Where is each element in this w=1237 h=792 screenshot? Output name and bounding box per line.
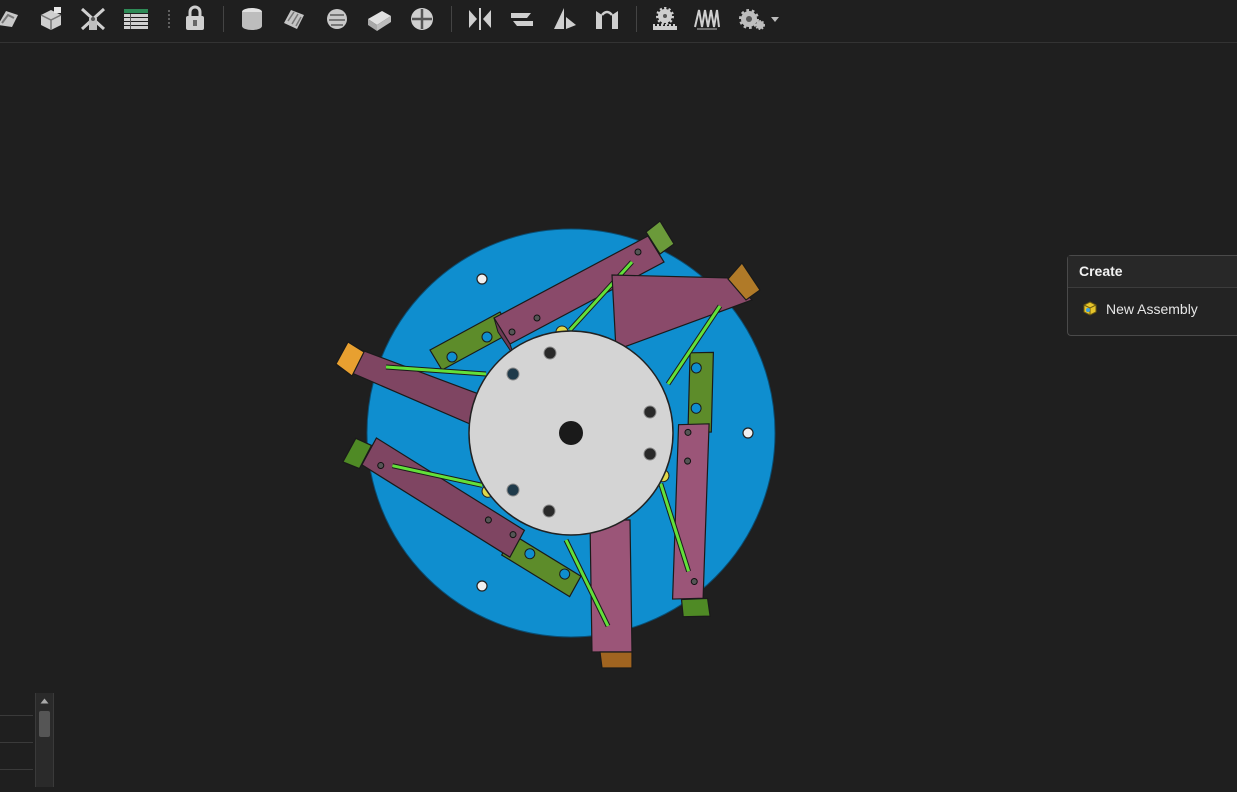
gear-menu-icon xyxy=(739,9,779,30)
lock-part-icon xyxy=(186,5,204,30)
hole-icon xyxy=(411,8,433,30)
chevron-down-icon xyxy=(771,17,779,22)
table-icon xyxy=(124,9,148,29)
gear-menu-tool-button[interactable] xyxy=(733,3,783,35)
toolbar-grip[interactable] xyxy=(167,9,171,29)
revolve-tool-button[interactable] xyxy=(277,3,311,35)
arm-hole xyxy=(634,248,642,256)
hub-screw xyxy=(643,405,657,419)
arm-tip xyxy=(599,651,633,669)
pattern-tool-button[interactable] xyxy=(505,3,539,35)
link-hole xyxy=(446,351,458,363)
spring-icon xyxy=(694,9,720,30)
arm-body xyxy=(589,519,633,653)
sweep-icon xyxy=(327,9,347,29)
windmill-tool-button[interactable] xyxy=(76,3,110,35)
windmill-icon xyxy=(80,7,106,31)
chevron-up-icon xyxy=(40,698,49,704)
angle-icon xyxy=(554,8,576,29)
assembly-icon xyxy=(1083,301,1097,316)
new-assembly-label: New Assembly xyxy=(1106,301,1198,317)
assembly-model[interactable] xyxy=(0,43,1237,787)
arm-hole xyxy=(508,328,516,336)
scroll-thumb[interactable] xyxy=(39,711,50,737)
create-panel: Create New Assembly xyxy=(1067,255,1237,336)
hub-screw xyxy=(542,504,556,518)
hole-tool-button[interactable] xyxy=(405,3,439,35)
pattern-icon xyxy=(511,13,533,26)
box-icon xyxy=(40,7,62,30)
angle-tool-button[interactable] xyxy=(548,3,582,35)
extrude-icon xyxy=(368,11,391,31)
toolbar-separator xyxy=(451,6,452,32)
create-panel-title: Create xyxy=(1068,256,1237,288)
sketch-tool-button[interactable] xyxy=(0,3,26,35)
mirror-tool-button[interactable] xyxy=(463,3,497,35)
new-assembly-item[interactable]: New Assembly xyxy=(1081,300,1198,318)
scroll-up-button[interactable] xyxy=(36,693,53,709)
mirror-icon xyxy=(469,8,491,30)
hub-screw xyxy=(643,447,657,461)
lock-part-tool-button[interactable] xyxy=(178,3,212,35)
table-tool-button[interactable] xyxy=(119,3,153,35)
link-hole xyxy=(481,331,493,343)
split-tool-button[interactable] xyxy=(590,3,624,35)
list-row[interactable] xyxy=(0,769,33,770)
hub-bore xyxy=(559,421,583,445)
toolbar-separator xyxy=(223,6,224,32)
hub-screw xyxy=(506,367,520,381)
toolbar xyxy=(0,0,1237,43)
bottom-list-panel xyxy=(0,693,54,787)
vertical-scrollbar[interactable] xyxy=(35,693,54,787)
sketch-icon xyxy=(0,11,18,27)
plate-hole xyxy=(476,273,488,285)
list-row[interactable] xyxy=(0,742,33,743)
hub-screw xyxy=(506,483,520,497)
list-row[interactable] xyxy=(0,715,33,716)
sweep-tool-button[interactable] xyxy=(320,3,354,35)
hub-screw xyxy=(543,346,557,360)
spring-tool-button[interactable] xyxy=(690,3,724,35)
box-tool-button[interactable] xyxy=(34,3,68,35)
gear-rack-tool-button[interactable] xyxy=(648,3,682,35)
cylinder-icon xyxy=(242,8,262,30)
cylinder-tool-button[interactable] xyxy=(235,3,269,35)
gear-rack-icon xyxy=(653,7,677,30)
plate-hole xyxy=(742,427,754,439)
split-icon xyxy=(596,10,618,29)
revolve-icon xyxy=(284,10,304,29)
extrude-tool-button[interactable] xyxy=(362,3,396,35)
3d-viewport[interactable] xyxy=(0,43,1237,787)
arm-hole xyxy=(533,314,541,322)
plate-hole xyxy=(476,580,488,592)
toolbar-separator xyxy=(636,6,637,32)
